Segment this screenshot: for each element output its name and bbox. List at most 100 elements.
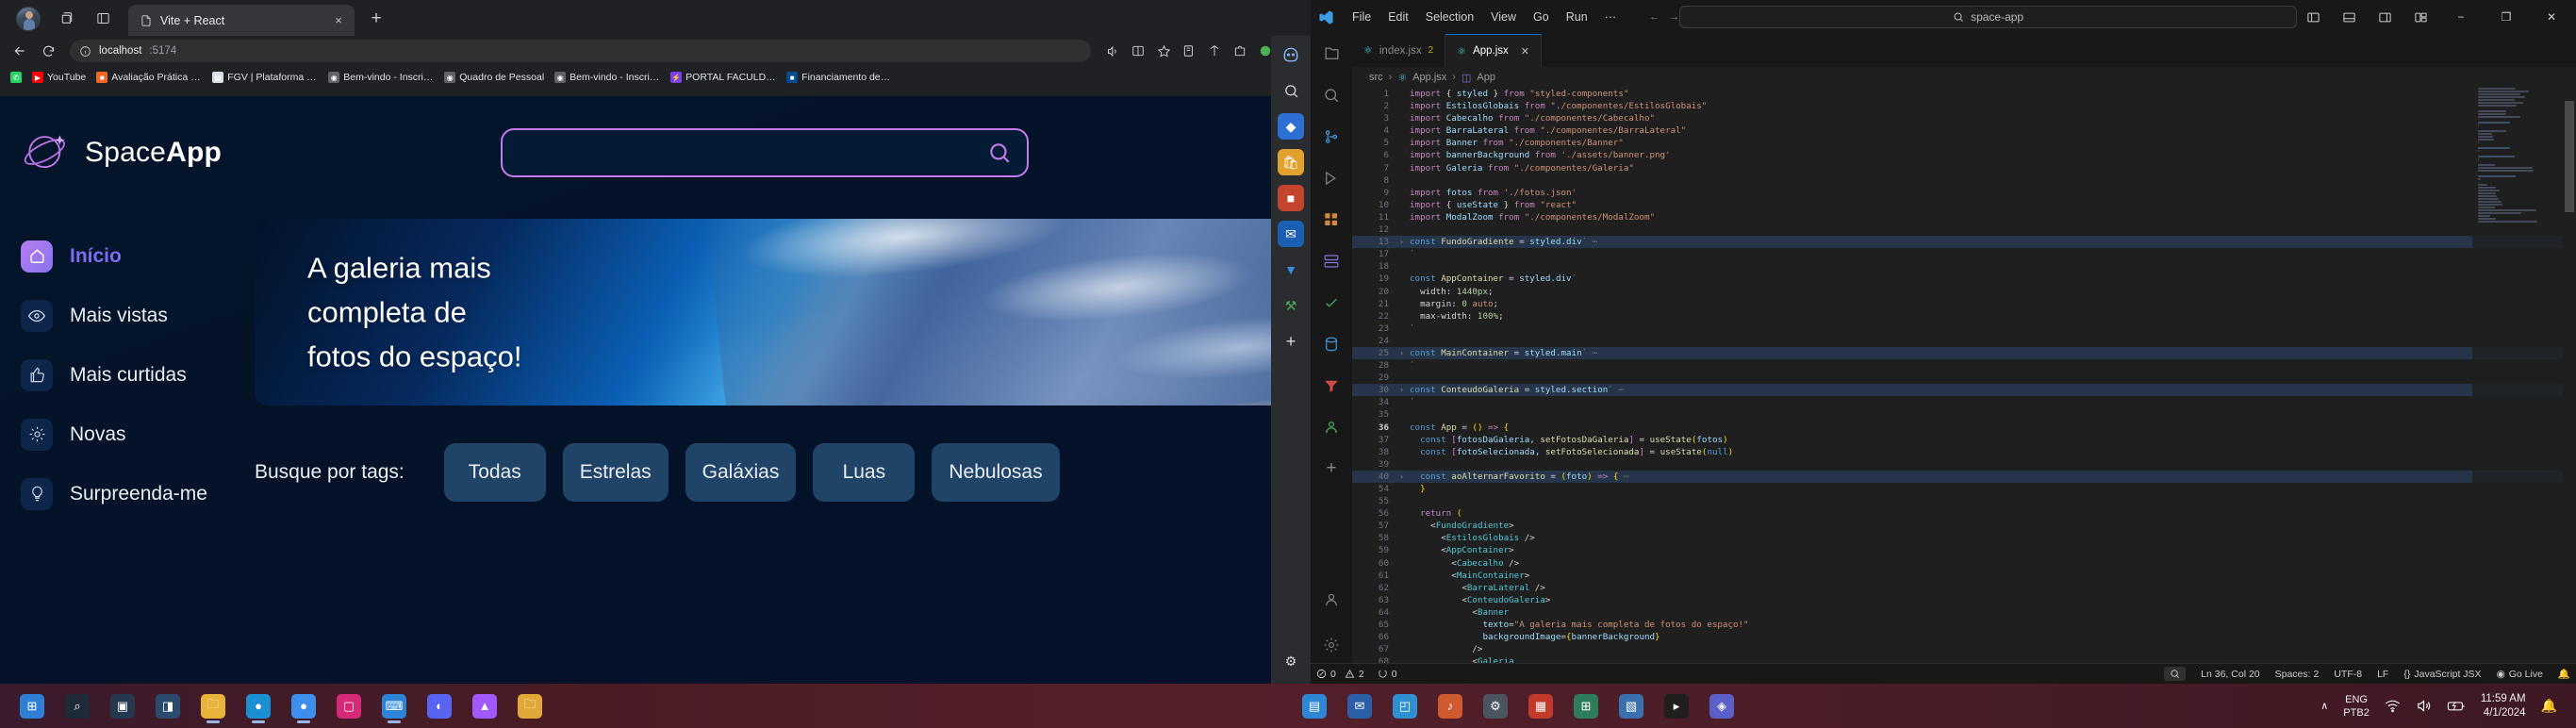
fold-arrow-icon[interactable]: › [1395,347,1408,359]
sidebar-item-novas[interactable]: Novas [21,405,255,464]
status-indentation[interactable]: Spaces: 2 [2275,669,2320,680]
run-debug-icon[interactable] [1317,164,1346,192]
chrome-browser[interactable]: ● [285,687,322,725]
task-view[interactable]: ▣ [104,687,141,725]
photos[interactable]: ◰ [1386,687,1424,725]
editor-scrollbar[interactable] [2563,88,2576,684]
search-sidebar-icon[interactable] [1278,77,1304,104]
close-button[interactable]: ✕ [2531,1,2572,33]
edge-browser[interactable]: ● [239,687,277,725]
search-taskbar[interactable]: ⌕ [58,687,96,725]
breadcrumb-src[interactable]: src [1369,72,1383,83]
editor-scrollbar-thumb[interactable] [2565,101,2574,212]
code-editor[interactable]: 1 import { styled } from "styled-componen… [1352,88,2576,684]
taskbar-clock[interactable]: 11:59 AM 4/1/2024 [2481,692,2526,720]
toggle-primary-sidebar-icon[interactable] [2297,3,2329,31]
vscode-back-icon[interactable]: ← [1649,11,1660,23]
store[interactable]: ▤ [1296,687,1333,725]
menu-item-run[interactable]: Run [1558,8,1596,26]
tag-button[interactable]: Todas [443,443,546,502]
bookmark-item[interactable]: ▤ FGV | Plataforma de... [207,70,322,85]
settings[interactable]: ⚙ [1477,687,1514,725]
status-problems[interactable]: 0 2 [1316,669,1364,680]
filter-icon[interactable] [1317,372,1346,400]
notifications-icon[interactable]: 🔔 [2558,668,2570,680]
tray-chevron-icon[interactable]: ∧ [2320,700,2328,712]
reload-button[interactable] [36,39,60,63]
breadcrumb-symbol[interactable]: App [1477,72,1495,83]
new-tab-button[interactable]: + [362,5,390,33]
search-icon[interactable] [1317,81,1346,109]
folder-2[interactable]: 🗀 [511,687,549,725]
add-sidebar-icon[interactable]: + [1278,328,1304,355]
discord[interactable]: ◐ [421,687,458,725]
status-go-live[interactable]: ◉ Go Live [2497,669,2543,680]
database-icon[interactable] [1317,330,1346,358]
status-eol[interactable]: LF [2377,669,2388,680]
browser-essentials-icon[interactable] [1202,39,1227,63]
search-input[interactable] [518,144,987,161]
mail[interactable]: ✉ [1341,687,1379,725]
minimap[interactable] [2472,88,2563,684]
add-icon[interactable]: + [1317,455,1346,483]
breadcrumb-file[interactable]: App.jsx [1412,72,1446,83]
tab-groups-icon[interactable] [89,4,117,32]
bookmark-item[interactable]: ◉ Bem-vindo - Inscriç... [323,70,438,85]
widgets[interactable]: ◨ [149,687,187,725]
vscode[interactable]: ⌨ [375,687,413,725]
outlook-icon[interactable]: ✉ [1278,221,1304,247]
search-box[interactable] [501,128,1029,177]
vscode-command-search[interactable]: space-app [1679,6,2297,28]
app-brand[interactable]: SpaceApp [21,127,304,178]
music[interactable]: ♪ [1431,687,1469,725]
minimize-button[interactable]: − [2440,1,2482,33]
status-search-icon[interactable] [2164,667,2187,681]
source-control-icon[interactable] [1317,123,1346,151]
status-language-mode[interactable]: {} JavaScript JSX [2403,669,2481,680]
games-icon[interactable]: ◆ [1278,113,1304,140]
terminal[interactable]: ▸ [1658,687,1695,725]
menu-item-view[interactable]: View [1482,8,1525,26]
favorite-star-icon[interactable] [1151,39,1176,63]
menu-item-selection[interactable]: Selection [1417,8,1482,26]
live-share-icon[interactable] [1317,413,1346,441]
copilot-icon[interactable] [1278,41,1304,68]
fold-arrow-icon[interactable]: › [1395,471,1408,483]
sidebar-item-mais-curtidas[interactable]: Mais curtidas [21,345,255,405]
remote-explorer-icon[interactable] [1317,247,1346,275]
bookmark-item[interactable]: ■ Avaliação Prática - I... [91,70,206,85]
start-button[interactable]: ⊞ [13,687,51,725]
explorer-icon[interactable] [1317,40,1346,68]
file-explorer[interactable]: 🗀 [194,687,232,725]
wifi-icon[interactable] [2385,698,2401,714]
split-screen-icon[interactable] [1126,39,1150,63]
search-icon[interactable] [987,141,1012,165]
editor-tab[interactable]: ⚛ index.jsx 2 [1352,34,1446,67]
tag-button[interactable]: Luas [813,443,916,502]
tag-button[interactable]: Galáxias [685,443,797,502]
account-icon[interactable] [1317,586,1346,614]
browser-tab[interactable]: Vite + React × [128,5,355,36]
toggle-secondary-sidebar-icon[interactable] [2369,3,2401,31]
close-icon[interactable]: ✕ [1521,45,1529,58]
back-button[interactable] [8,39,32,63]
shopping-icon[interactable]: 🛍 [1278,149,1304,175]
extensions-icon[interactable] [1317,206,1346,234]
battery-icon[interactable] [2447,698,2466,714]
bookmark-item[interactable]: ◉ Bem-vindo - Inscriç... [550,70,665,85]
extensions-icon[interactable] [1228,39,1252,63]
dropbox-icon[interactable]: ▼ [1278,256,1304,283]
menu-item-go[interactable]: Go [1525,8,1558,26]
sidebar-item-surpreenda-me[interactable]: Surpreenda-me [21,464,255,523]
settings-gear-icon[interactable] [1317,631,1346,659]
restore-button[interactable]: ❐ [2485,1,2527,33]
profile-avatar[interactable] [16,7,41,31]
menu-item-file[interactable]: File [1344,8,1379,26]
teams[interactable]: ◈ [1703,687,1741,725]
bookmark-item[interactable]: ■ Financiamento de V... [782,70,897,85]
fold-arrow-icon[interactable]: › [1395,236,1408,248]
tag-button[interactable]: Nebulosas [932,443,1060,502]
status-cursor-position[interactable]: Ln 36, Col 20 [2201,669,2259,680]
tab-search-icon[interactable] [53,4,81,32]
sidebar-settings-icon[interactable]: ⚙ [1278,648,1304,674]
